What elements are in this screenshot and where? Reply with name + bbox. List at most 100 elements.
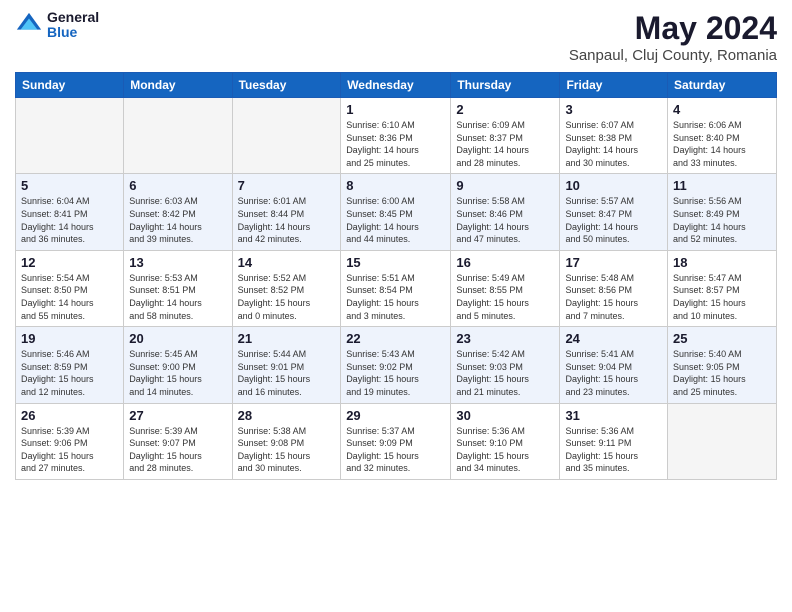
day-info: Sunrise: 5:58 AM Sunset: 8:46 PM Dayligh… [456, 195, 554, 245]
calendar: Sunday Monday Tuesday Wednesday Thursday… [15, 72, 777, 480]
calendar-header-row: Sunday Monday Tuesday Wednesday Thursday… [16, 73, 777, 98]
calendar-cell: 6Sunrise: 6:03 AM Sunset: 8:42 PM Daylig… [124, 174, 232, 250]
calendar-cell: 3Sunrise: 6:07 AM Sunset: 8:38 PM Daylig… [560, 98, 668, 174]
calendar-cell: 20 Sunrise: 5:45 AM Sunset: 9:00 PM Dayli… [124, 327, 232, 403]
calendar-cell: 18Sunrise: 5:47 AM Sunset: 8:57 PM Dayli… [668, 250, 777, 326]
day-info: Sunrise: 5:40 AM Sunset: 9:05 PM Dayligh… [673, 348, 771, 398]
calendar-cell: 24 Sunrise: 5:41 AM Sunset: 9:04 PM Dayli… [560, 327, 668, 403]
day-number: 26 [21, 408, 118, 423]
calendar-cell: 8 Sunrise: 6:00 AM Sunset: 8:45 PM Daylig… [341, 174, 451, 250]
day-number: 27 [129, 408, 226, 423]
calendar-cell: 16Sunrise: 5:49 AM Sunset: 8:55 PM Dayli… [451, 250, 560, 326]
subtitle: Sanpaul, Cluj County, Romania [569, 47, 777, 64]
calendar-cell: 28 Sunrise: 5:38 AM Sunset: 9:08 PM Dayli… [232, 403, 341, 479]
day-number: 17 [565, 255, 662, 270]
day-number: 23 [456, 331, 554, 346]
day-number: 30 [456, 408, 554, 423]
day-number: 8 [346, 178, 445, 193]
calendar-week-2: 5 Sunrise: 6:04 AM Sunset: 8:41 PM Daylig… [16, 174, 777, 250]
page: General Blue May 2024 Sanpaul, Cluj Coun… [0, 0, 792, 495]
calendar-cell: 7 Sunrise: 6:01 AM Sunset: 8:44 PM Daylig… [232, 174, 341, 250]
col-monday: Monday [124, 73, 232, 98]
day-number: 12 [21, 255, 118, 270]
calendar-cell: 9 Sunrise: 5:58 AM Sunset: 8:46 PM Daylig… [451, 174, 560, 250]
day-info: Sunrise: 5:56 AM Sunset: 8:49 PM Dayligh… [673, 195, 771, 245]
calendar-cell: 30 Sunrise: 5:36 AM Sunset: 9:10 PM Dayli… [451, 403, 560, 479]
day-number: 13 [129, 255, 226, 270]
logo-icon [15, 11, 43, 39]
title-block: May 2024 Sanpaul, Cluj County, Romania [569, 10, 777, 64]
day-info: Sunrise: 6:04 AM Sunset: 8:41 PM Dayligh… [21, 195, 118, 245]
day-number: 21 [238, 331, 336, 346]
calendar-cell: 4 Sunrise: 6:06 AM Sunset: 8:40 PM Daylig… [668, 98, 777, 174]
day-number: 15 [346, 255, 445, 270]
calendar-cell: 12 Sunrise: 5:54 AM Sunset: 8:50 PM Dayli… [16, 250, 124, 326]
day-info: Sunrise: 5:54 AM Sunset: 8:50 PM Dayligh… [21, 272, 118, 322]
day-number: 18 [673, 255, 771, 270]
calendar-cell: 23Sunrise: 5:42 AM Sunset: 9:03 PM Dayli… [451, 327, 560, 403]
logo-general: General [47, 10, 99, 25]
calendar-cell [668, 403, 777, 479]
calendar-cell: 31Sunrise: 5:36 AM Sunset: 9:11 PM Dayli… [560, 403, 668, 479]
day-number: 14 [238, 255, 336, 270]
day-info: Sunrise: 5:39 AM Sunset: 9:07 PM Dayligh… [129, 425, 226, 475]
day-info: Sunrise: 6:03 AM Sunset: 8:42 PM Dayligh… [129, 195, 226, 245]
day-info: Sunrise: 5:41 AM Sunset: 9:04 PM Dayligh… [565, 348, 662, 398]
day-info: Sunrise: 5:45 AM Sunset: 9:00 PM Dayligh… [129, 348, 226, 398]
calendar-cell: 25 Sunrise: 5:40 AM Sunset: 9:05 PM Dayli… [668, 327, 777, 403]
day-number: 16 [456, 255, 554, 270]
day-info: Sunrise: 5:44 AM Sunset: 9:01 PM Dayligh… [238, 348, 336, 398]
col-wednesday: Wednesday [341, 73, 451, 98]
calendar-week-4: 19 Sunrise: 5:46 AM Sunset: 8:59 PM Dayli… [16, 327, 777, 403]
day-info: Sunrise: 5:38 AM Sunset: 9:08 PM Dayligh… [238, 425, 336, 475]
day-info: Sunrise: 5:53 AM Sunset: 8:51 PM Dayligh… [129, 272, 226, 322]
day-info: Sunrise: 5:36 AM Sunset: 9:10 PM Dayligh… [456, 425, 554, 475]
day-info: Sunrise: 5:57 AM Sunset: 8:47 PM Dayligh… [565, 195, 662, 245]
day-number: 19 [21, 331, 118, 346]
calendar-week-1: 1Sunrise: 6:10 AM Sunset: 8:36 PM Daylig… [16, 98, 777, 174]
day-info: Sunrise: 5:46 AM Sunset: 8:59 PM Dayligh… [21, 348, 118, 398]
day-number: 4 [673, 102, 771, 117]
day-number: 22 [346, 331, 445, 346]
day-number: 2 [456, 102, 554, 117]
day-info: Sunrise: 6:01 AM Sunset: 8:44 PM Dayligh… [238, 195, 336, 245]
calendar-cell: 2Sunrise: 6:09 AM Sunset: 8:37 PM Daylig… [451, 98, 560, 174]
calendar-cell: 11 Sunrise: 5:56 AM Sunset: 8:49 PM Dayli… [668, 174, 777, 250]
calendar-week-5: 26 Sunrise: 5:39 AM Sunset: 9:06 PM Dayli… [16, 403, 777, 479]
calendar-cell: 14 Sunrise: 5:52 AM Sunset: 8:52 PM Dayli… [232, 250, 341, 326]
day-info: Sunrise: 5:37 AM Sunset: 9:09 PM Dayligh… [346, 425, 445, 475]
calendar-cell [232, 98, 341, 174]
day-info: Sunrise: 5:52 AM Sunset: 8:52 PM Dayligh… [238, 272, 336, 322]
col-thursday: Thursday [451, 73, 560, 98]
day-info: Sunrise: 6:07 AM Sunset: 8:38 PM Dayligh… [565, 119, 662, 169]
calendar-cell: 21 Sunrise: 5:44 AM Sunset: 9:01 PM Dayli… [232, 327, 341, 403]
calendar-cell: 5 Sunrise: 6:04 AM Sunset: 8:41 PM Daylig… [16, 174, 124, 250]
day-number: 11 [673, 178, 771, 193]
day-info: Sunrise: 6:00 AM Sunset: 8:45 PM Dayligh… [346, 195, 445, 245]
logo: General Blue [15, 10, 99, 41]
day-info: Sunrise: 5:39 AM Sunset: 9:06 PM Dayligh… [21, 425, 118, 475]
day-number: 7 [238, 178, 336, 193]
header: General Blue May 2024 Sanpaul, Cluj Coun… [15, 10, 777, 64]
day-number: 20 [129, 331, 226, 346]
day-number: 28 [238, 408, 336, 423]
col-tuesday: Tuesday [232, 73, 341, 98]
calendar-cell: 22 Sunrise: 5:43 AM Sunset: 9:02 PM Dayli… [341, 327, 451, 403]
day-info: Sunrise: 6:06 AM Sunset: 8:40 PM Dayligh… [673, 119, 771, 169]
calendar-cell: 17Sunrise: 5:48 AM Sunset: 8:56 PM Dayli… [560, 250, 668, 326]
calendar-cell: 13 Sunrise: 5:53 AM Sunset: 8:51 PM Dayli… [124, 250, 232, 326]
calendar-cell [124, 98, 232, 174]
calendar-cell: 19 Sunrise: 5:46 AM Sunset: 8:59 PM Dayli… [16, 327, 124, 403]
calendar-cell: 29 Sunrise: 5:37 AM Sunset: 9:09 PM Dayli… [341, 403, 451, 479]
calendar-cell: 1Sunrise: 6:10 AM Sunset: 8:36 PM Daylig… [341, 98, 451, 174]
logo-text: General Blue [47, 10, 99, 41]
day-number: 25 [673, 331, 771, 346]
calendar-week-3: 12 Sunrise: 5:54 AM Sunset: 8:50 PM Dayli… [16, 250, 777, 326]
day-number: 1 [346, 102, 445, 117]
day-number: 29 [346, 408, 445, 423]
day-info: Sunrise: 5:43 AM Sunset: 9:02 PM Dayligh… [346, 348, 445, 398]
day-number: 5 [21, 178, 118, 193]
day-number: 9 [456, 178, 554, 193]
calendar-cell [16, 98, 124, 174]
day-number: 24 [565, 331, 662, 346]
